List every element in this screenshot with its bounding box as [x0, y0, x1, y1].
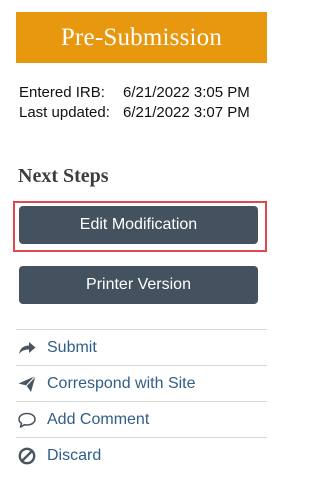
add-comment-label: Add Comment [47, 410, 150, 428]
dates-panel: Entered IRB: 6/21/2022 3:05 PM Last upda… [19, 83, 250, 123]
add-comment-link[interactable]: Add Comment [16, 401, 267, 437]
correspond-with-site-link[interactable]: Correspond with Site [16, 365, 267, 401]
last-updated-label: Last updated: [19, 104, 110, 121]
prohibited-icon [17, 446, 37, 466]
entered-irb-value: 6/21/2022 3:05 PM [123, 84, 250, 101]
correspond-with-site-label: Correspond with Site [47, 374, 196, 392]
submit-label: Submit [47, 338, 97, 356]
submit-link[interactable]: Submit [16, 329, 267, 365]
status-banner: Pre-Submission [16, 12, 267, 63]
paper-plane-icon [17, 374, 37, 394]
edit-modification-label: Edit Modification [79, 216, 198, 233]
edit-modification-button[interactable]: Edit Modification [19, 206, 258, 244]
next-steps-list: Submit Correspond with Site Add Comment … [16, 329, 267, 473]
printer-version-button[interactable]: Printer Version [19, 266, 258, 304]
entered-irb-row: Entered IRB: 6/21/2022 3:05 PM [19, 83, 250, 103]
status-label: Pre-Submission [60, 23, 223, 51]
last-updated-value: 6/21/2022 3:07 PM [123, 104, 250, 121]
share-arrow-icon [17, 338, 37, 358]
discard-label: Discard [47, 446, 102, 464]
comment-bubble-icon [17, 410, 37, 430]
printer-version-label: Printer Version [86, 276, 191, 293]
next-steps-title: Next Steps [18, 165, 109, 187]
entered-irb-label: Entered IRB: [19, 84, 105, 101]
discard-link[interactable]: Discard [16, 437, 267, 473]
last-updated-row: Last updated: 6/21/2022 3:07 PM [19, 103, 250, 123]
